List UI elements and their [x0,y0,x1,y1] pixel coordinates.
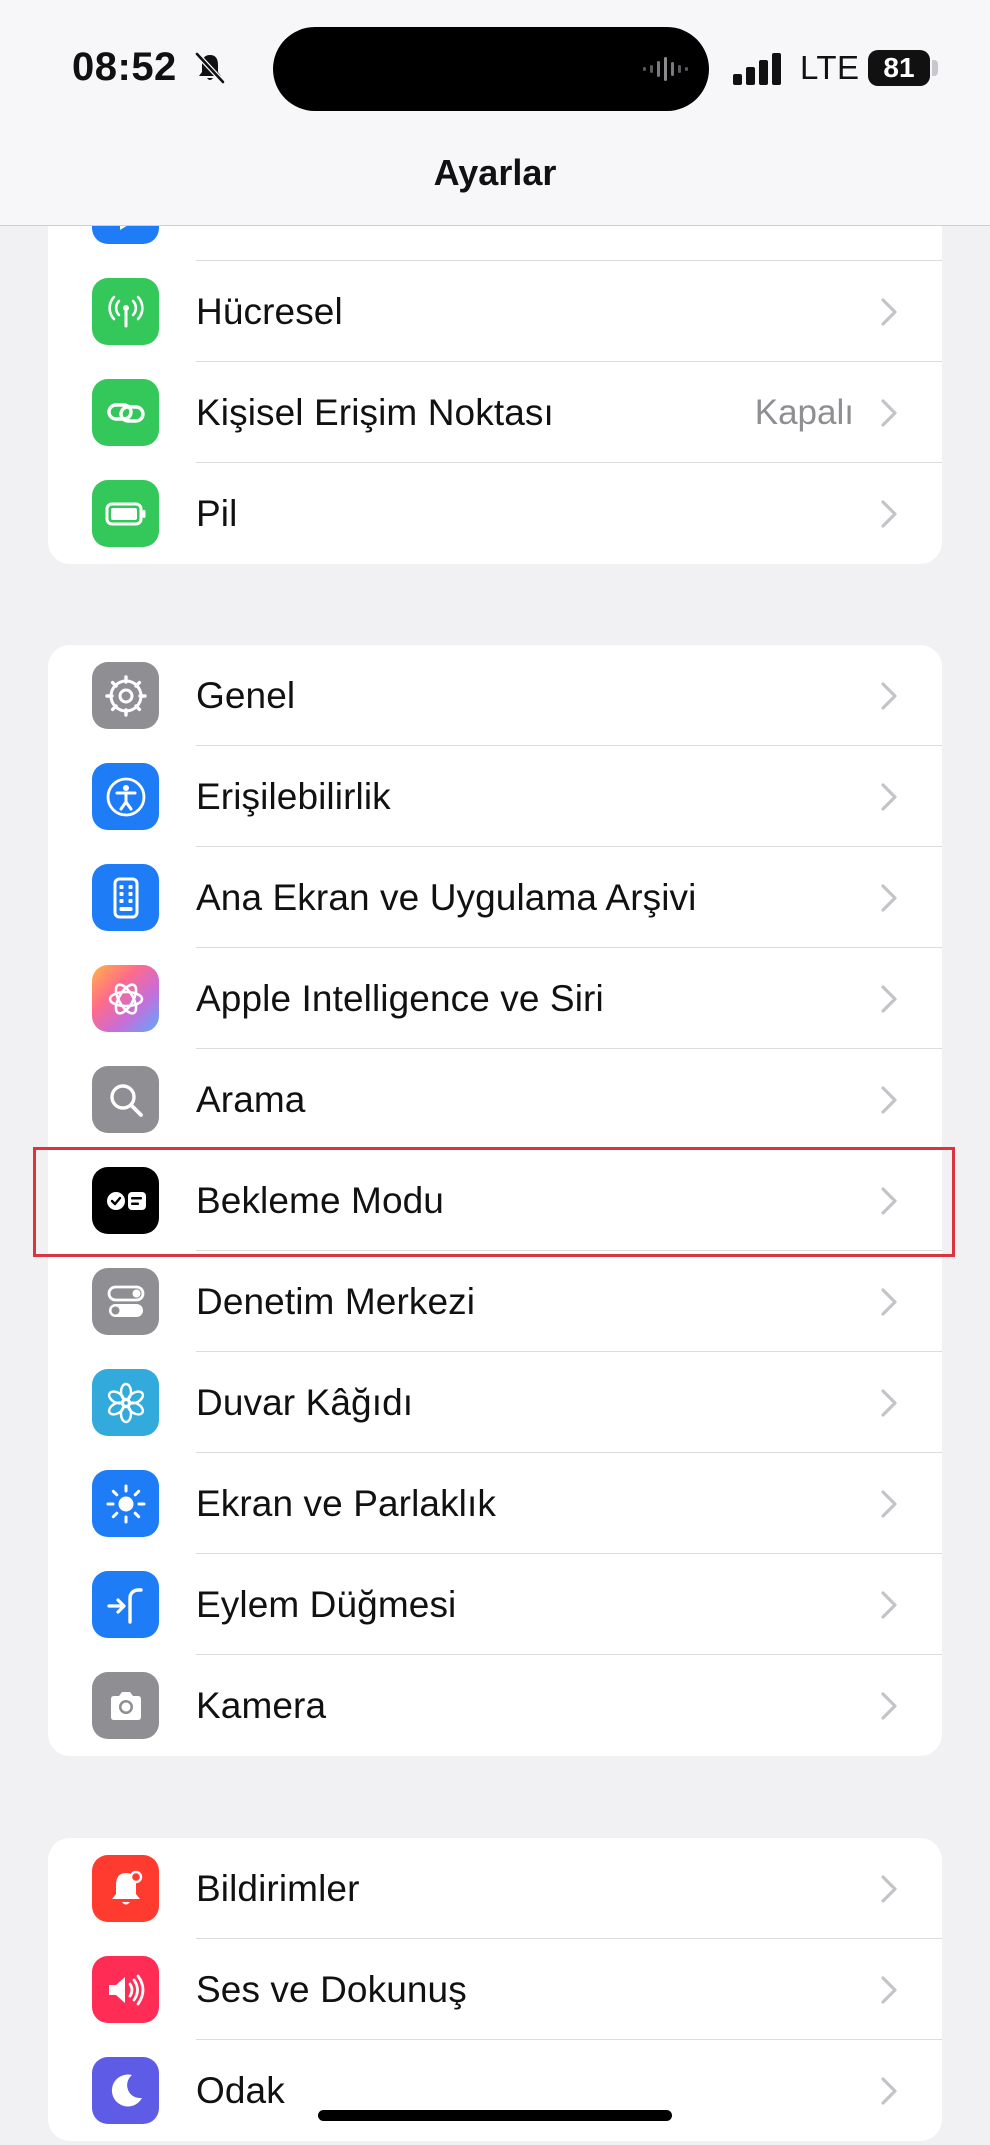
settings-row-bildirimler[interactable]: Bildirimler [48,1838,942,1939]
settings-row-denetim-merkezi[interactable]: Denetim Merkezi [48,1251,942,1352]
settings-row-kamera[interactable]: Kamera [48,1655,942,1756]
page-title: Ayarlar [433,152,557,193]
settings-row-label: Arama [196,1078,306,1120]
settings-row-odak[interactable]: Odak [48,2040,942,2141]
cellular-signal-icon [733,53,781,85]
settings-row-label: Ekran ve Parlaklık [196,1482,496,1524]
chevron-right-icon [881,682,897,710]
apple-intelligence-icon [92,965,159,1032]
settings-row-label: Duvar Kâğıdı [196,1381,414,1423]
chevron-right-icon [881,2077,897,2105]
settings-row-label: Kişisel Erişim Noktası [196,391,554,433]
sun-icon [92,1470,159,1537]
settings-group-general: Genel Erişilebilirlik Ana Ekran ve Uygul… [48,645,942,1756]
settings-row-label: Pil [196,492,238,534]
hotspot-status-value: Kapalı [754,392,854,432]
battery-cap [932,60,938,76]
flower-icon [92,1369,159,1436]
status-time: 08:52 [72,45,177,89]
settings-row-ses-ve-dokunus[interactable]: Ses ve Dokunuş [48,1939,942,2040]
chevron-right-icon [881,1187,897,1215]
action-button-icon [92,1571,159,1638]
settings-row-label: Erişilebilirlik [196,775,391,817]
settings-row-label: Apple Intelligence ve Siri [196,977,604,1019]
chevron-right-icon [881,500,897,528]
settings-row-label: Ana Ekran ve Uygulama Arşivi [196,876,697,918]
network-type-label: LTE [800,49,860,86]
bell-icon [92,1855,159,1922]
settings-row-label: Denetim Merkezi [196,1280,476,1322]
chevron-right-icon [881,1288,897,1316]
chevron-right-icon [881,1976,897,2004]
settings-row-arama[interactable]: Arama [48,1049,942,1150]
settings-row-kisisel-erisim-noktasi[interactable]: Kişisel Erişim Noktası Kapalı [48,362,942,463]
settings-screen: Hücresel Kişisel Erişim Noktası Kapalı P… [0,0,990,2145]
gear-icon [92,662,159,729]
settings-row-label: Bekleme Modu [196,1179,444,1221]
battery-percentage: 81 [883,52,915,83]
silent-mode-icon [195,52,225,84]
settings-row-label: Kamera [196,1684,327,1726]
battery-icon [92,480,159,547]
camera-icon [92,1672,159,1739]
settings-row-label: Eylem Düğmesi [196,1583,457,1625]
settings-group-notifications: Bildirimler Ses ve Dokunuş Odak [48,1838,942,2141]
search-icon [92,1066,159,1133]
chevron-right-icon [881,1490,897,1518]
standby-icon [92,1167,159,1234]
chevron-right-icon [881,783,897,811]
settings-row-erisilebilirlik[interactable]: Erişilebilirlik [48,746,942,847]
chevron-right-icon [881,1591,897,1619]
dynamic-island [273,27,709,111]
chevron-right-icon [881,1692,897,1720]
chevron-right-icon [881,1875,897,1903]
audio-wave-icon [643,57,688,81]
chevron-right-icon [881,1389,897,1417]
navigation-header: 08:52 LTE 81 Ayarlar [0,0,990,226]
settings-row-apple-intelligence[interactable]: Apple Intelligence ve Siri [48,948,942,1049]
chevron-right-icon [881,399,897,427]
settings-row-label: Hücresel [196,290,343,332]
accessibility-icon [92,763,159,830]
settings-row-eylem-dugmesi[interactable]: Eylem Düğmesi [48,1554,942,1655]
settings-row-pil[interactable]: Pil [48,463,942,564]
chevron-right-icon [881,298,897,326]
settings-row-genel[interactable]: Genel [48,645,942,746]
speaker-icon [92,1956,159,2023]
settings-row-ana-ekran[interactable]: Ana Ekran ve Uygulama Arşivi [48,847,942,948]
chevron-right-icon [881,985,897,1013]
settings-row-ekran-ve-parlaklik[interactable]: Ekran ve Parlaklık [48,1453,942,1554]
toggles-icon [92,1268,159,1335]
settings-row-label: Bildirimler [196,1867,360,1909]
battery-level-indicator: 81 [868,50,930,86]
settings-row-label: Ses ve Dokunuş [196,1968,467,2010]
chevron-right-icon [881,1086,897,1114]
home-indicator[interactable] [318,2110,672,2121]
chevron-right-icon [881,884,897,912]
settings-row-bekleme-modu[interactable]: Bekleme Modu [48,1150,942,1251]
home-screen-icon [92,864,159,931]
link-icon [92,379,159,446]
settings-row-label: Odak [196,2069,285,2111]
moon-icon [92,2057,159,2124]
antenna-icon [92,278,159,345]
settings-row-hucresel[interactable]: Hücresel [48,261,942,362]
settings-row-duvar-kagidi[interactable]: Duvar Kâğıdı [48,1352,942,1453]
settings-row-label: Genel [196,674,296,716]
